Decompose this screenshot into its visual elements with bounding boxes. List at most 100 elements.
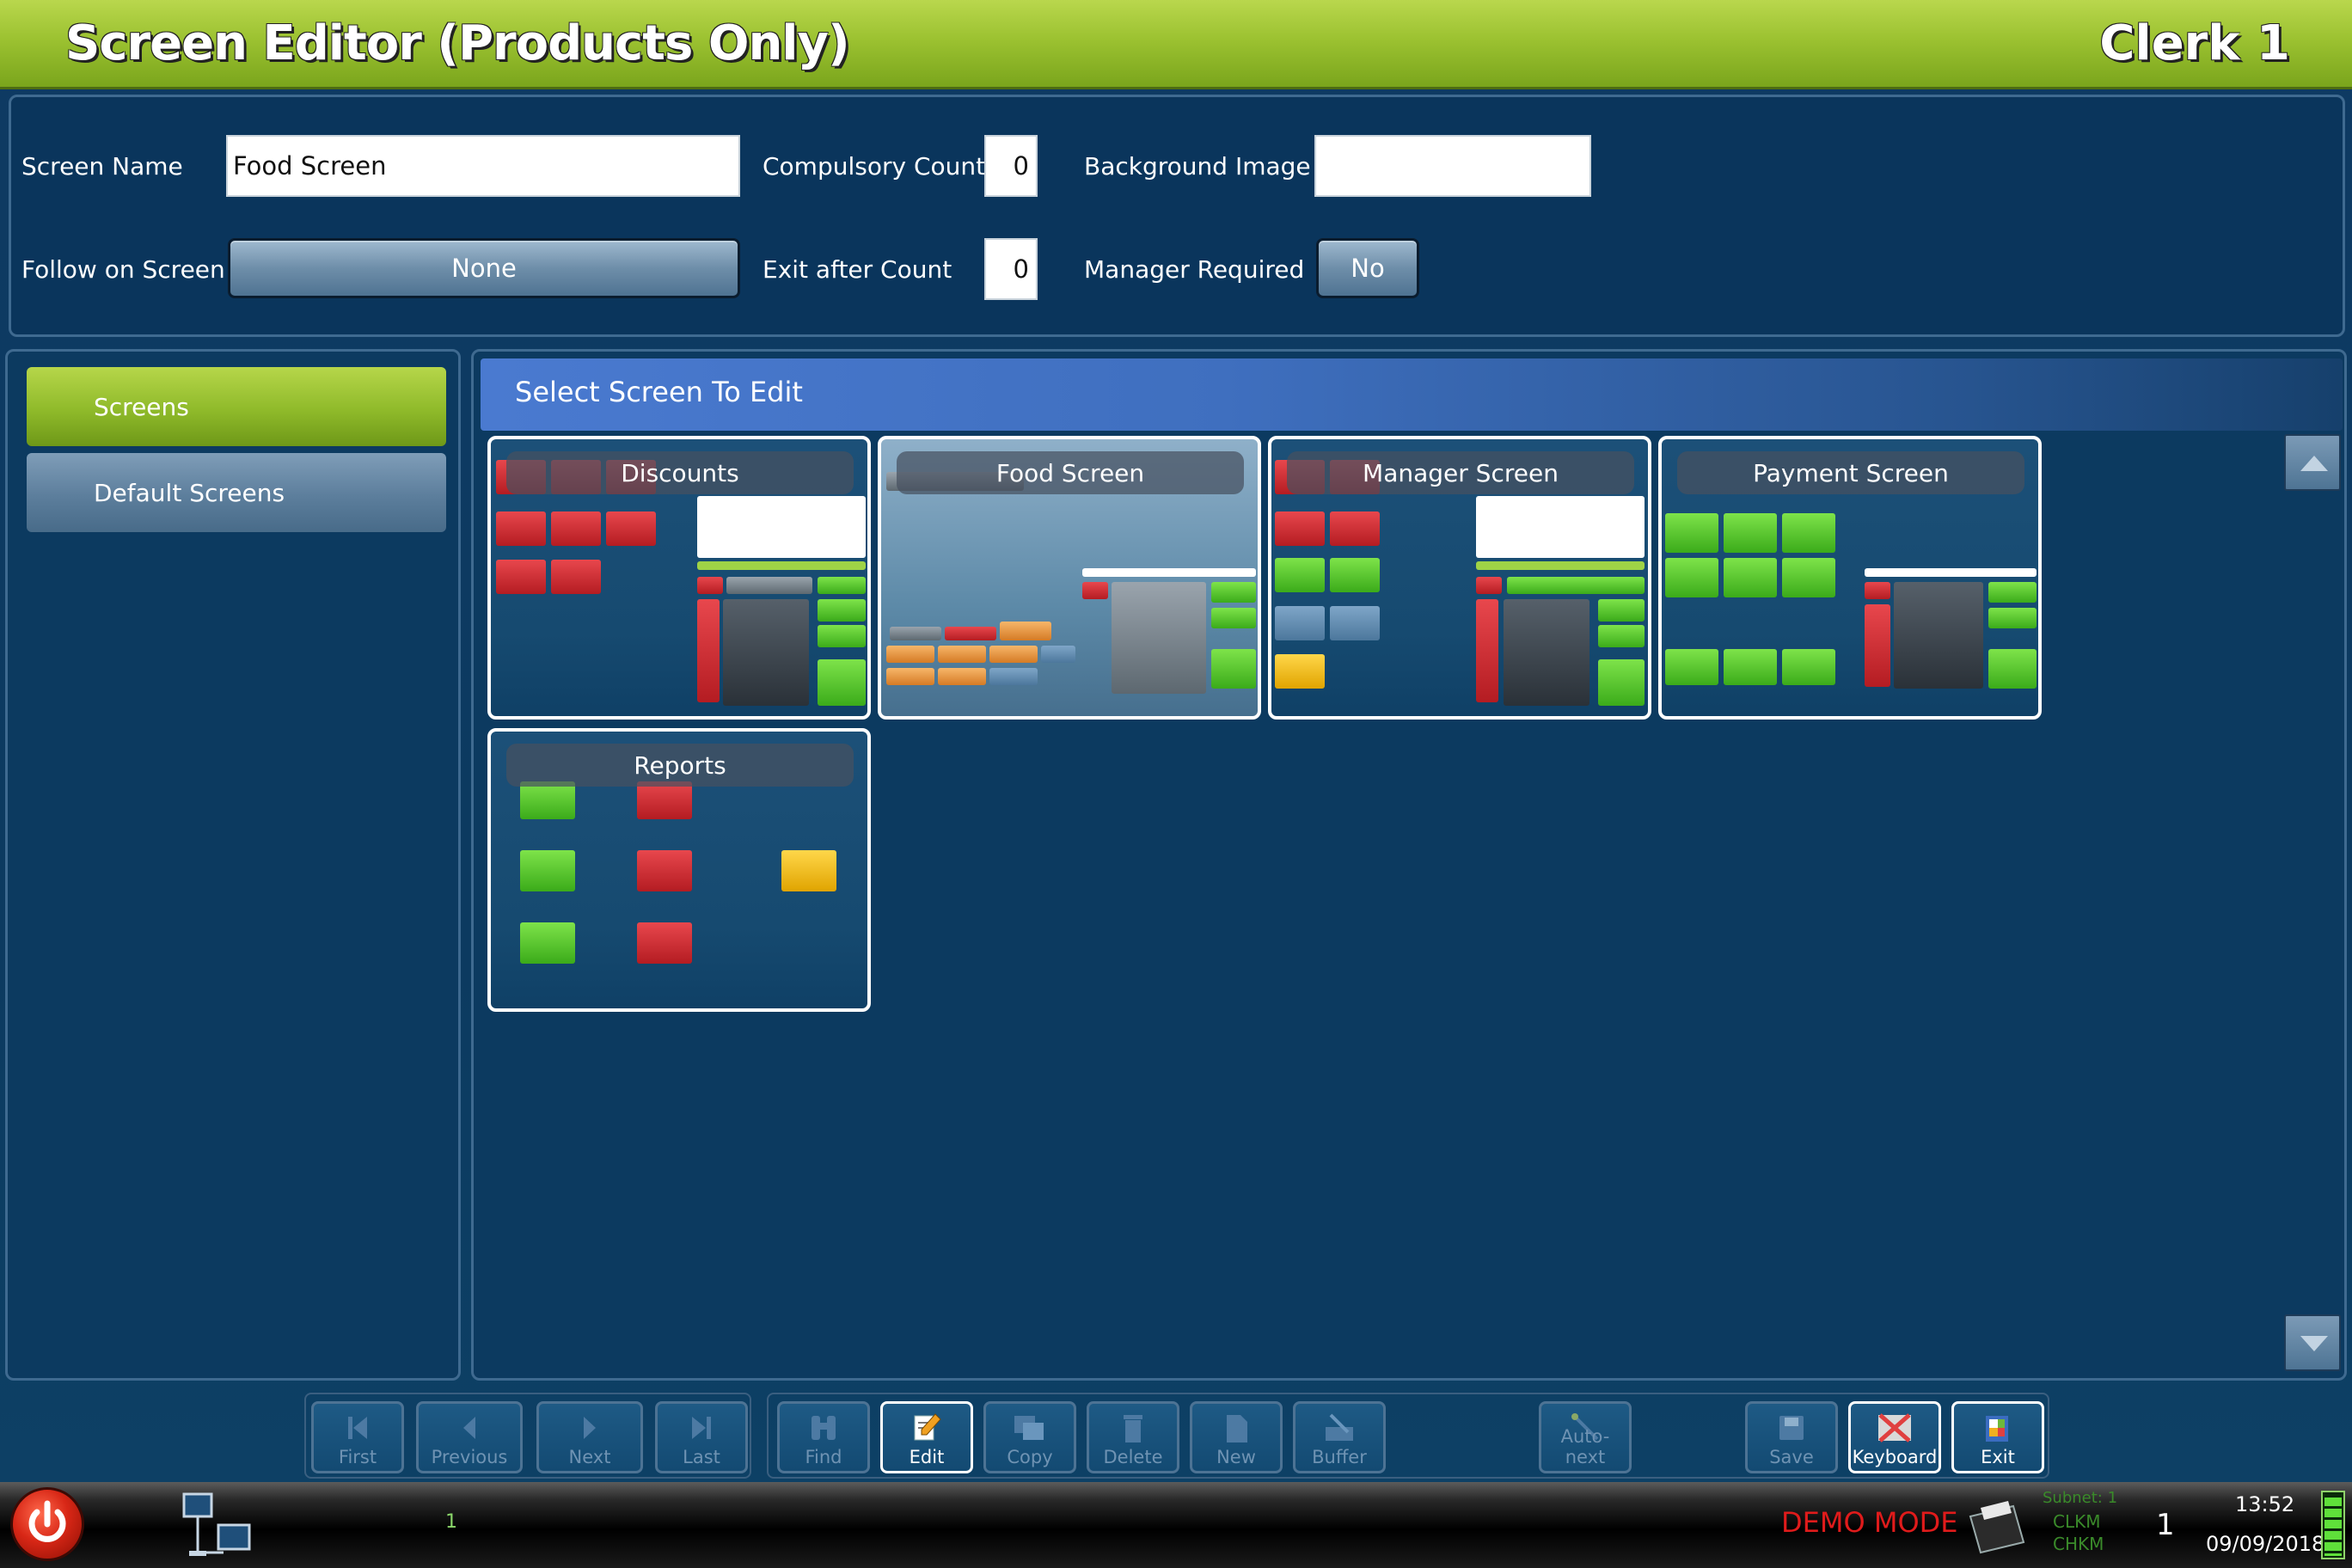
- printer-icon[interactable]: [1962, 1491, 2030, 1559]
- preview-button: [1865, 582, 1890, 599]
- preview-button: [1507, 577, 1645, 594]
- preview-button: [520, 781, 575, 819]
- preview-button: [637, 922, 692, 964]
- screen-name-input[interactable]: Food Screen: [226, 135, 740, 197]
- preview-button: [1330, 606, 1380, 640]
- preview-button: [1211, 608, 1256, 628]
- title-bar: Screen Editor (Products Only) Clerk 1: [0, 0, 2352, 89]
- screen-tile-discounts[interactable]: Discounts: [487, 436, 871, 720]
- preview-button: [1665, 558, 1718, 597]
- status-counter: 1: [445, 1511, 457, 1533]
- save-button[interactable]: Save: [1745, 1401, 1838, 1473]
- preview-button: [1082, 582, 1108, 599]
- demo-mode-label: DEMO MODE: [1781, 1506, 1958, 1539]
- screen-tile-payment-screen[interactable]: Payment Screen: [1658, 436, 2042, 720]
- next-button[interactable]: Next: [536, 1401, 643, 1473]
- screen-list-header: Select Screen To Edit: [481, 358, 2343, 431]
- screen-tile-name: Payment Screen: [1677, 451, 2024, 494]
- keyboard-button[interactable]: Keyboard: [1848, 1401, 1941, 1473]
- edit-button[interactable]: Edit: [880, 1401, 973, 1473]
- clerk-name: Clerk 1: [2099, 15, 2290, 71]
- new-document-icon: [1227, 1415, 1247, 1442]
- preview-button: [637, 781, 692, 819]
- screen-name-label: Screen Name: [21, 152, 183, 181]
- preview-button: [697, 599, 720, 702]
- clock-time: 13:52: [2235, 1492, 2295, 1516]
- screen-tile-food-screen[interactable]: Food Screen: [878, 436, 1261, 720]
- screen-tile-name: Discounts: [506, 451, 854, 494]
- preview-button: [496, 560, 546, 594]
- background-image-input[interactable]: [1314, 135, 1591, 197]
- previous-icon: [463, 1417, 475, 1439]
- screen-tile-name: Manager Screen: [1287, 451, 1634, 494]
- arrow-up-icon: [2300, 456, 2328, 471]
- screen-properties-panel: Screen Name Food Screen Compulsory Count…: [9, 95, 2345, 337]
- preview-button: [886, 646, 934, 663]
- screen-tile-manager-screen[interactable]: Manager Screen: [1268, 436, 1651, 720]
- preview-button: [1330, 511, 1380, 546]
- preview-button: [1000, 622, 1051, 640]
- preview-button: [1598, 659, 1645, 706]
- network-icon[interactable]: [181, 1491, 254, 1559]
- screen-type-panel: Screens Default Screens: [5, 349, 461, 1381]
- nav-default-screens[interactable]: Default Screens: [27, 453, 446, 532]
- preview-button: [890, 627, 941, 640]
- preview-button: [818, 599, 866, 622]
- preview-button: [938, 646, 986, 663]
- preview-button: [1782, 649, 1835, 685]
- copy-button[interactable]: Copy: [983, 1401, 1076, 1473]
- page-title: Screen Editor (Products Only): [65, 15, 850, 71]
- preview-button: [496, 511, 546, 546]
- preview-button: [886, 668, 934, 685]
- preview-button: [1782, 513, 1835, 553]
- preview-keypad: [1894, 582, 1983, 689]
- auto-next-button[interactable]: Auto-next: [1539, 1401, 1632, 1473]
- new-button[interactable]: New: [1190, 1401, 1283, 1473]
- screen-tile-name: Reports: [506, 744, 854, 787]
- copy-icon: [1014, 1416, 1044, 1440]
- power-icon: [28, 1500, 66, 1542]
- preview-button: [1598, 625, 1645, 647]
- power-button[interactable]: [10, 1487, 84, 1561]
- preview-total-bar: [1082, 568, 1256, 577]
- last-button[interactable]: Last: [655, 1401, 748, 1473]
- previous-button[interactable]: Previous: [416, 1401, 523, 1473]
- delete-button[interactable]: Delete: [1087, 1401, 1179, 1473]
- preview-total-bar: [1865, 568, 2037, 577]
- buffer-button[interactable]: Buffer: [1293, 1401, 1386, 1473]
- subnet-label: Subnet: 1: [2043, 1489, 2118, 1507]
- follow-on-screen-button[interactable]: None: [228, 238, 740, 298]
- preview-button: [989, 668, 1038, 685]
- manager-required-label: Manager Required: [1084, 255, 1305, 284]
- scroll-up-button[interactable]: [2284, 434, 2341, 491]
- clock-date: 09/09/2018: [2206, 1532, 2325, 1556]
- follow-on-screen-label: Follow on Screen: [21, 255, 225, 284]
- nav-screens[interactable]: Screens: [27, 367, 446, 446]
- preview-button: [818, 577, 866, 594]
- preview-button: [606, 511, 656, 546]
- preview-button: [1724, 513, 1777, 553]
- screen-tile-name: Food Screen: [897, 451, 1244, 494]
- compulsory-count-label: Compulsory Count: [763, 152, 986, 181]
- scroll-down-button[interactable]: [2284, 1314, 2341, 1371]
- find-button[interactable]: Find: [777, 1401, 870, 1473]
- preview-button: [1598, 599, 1645, 622]
- first-button[interactable]: First: [311, 1401, 404, 1473]
- preview-button: [945, 627, 996, 640]
- preview-keypad: [723, 599, 809, 706]
- preview-button: [1211, 582, 1256, 603]
- background-image-label: Background Image: [1084, 152, 1311, 181]
- exit-button[interactable]: Exit: [1951, 1401, 2044, 1473]
- preview-button: [520, 922, 575, 964]
- preview-button: [1041, 646, 1075, 663]
- compulsory-count-input[interactable]: 0: [984, 135, 1038, 197]
- keyboard-icon: [1878, 1413, 1911, 1442]
- manager-required-toggle[interactable]: No: [1316, 238, 1419, 298]
- preview-button: [1724, 649, 1777, 685]
- screen-tile-reports[interactable]: Reports: [487, 728, 871, 1012]
- preview-total-bar: [697, 561, 866, 570]
- preview-button: [1275, 654, 1325, 689]
- exit-after-count-input[interactable]: 0: [984, 238, 1038, 300]
- chkm-label: CHKM: [2053, 1534, 2104, 1553]
- preview-button: [1665, 649, 1718, 685]
